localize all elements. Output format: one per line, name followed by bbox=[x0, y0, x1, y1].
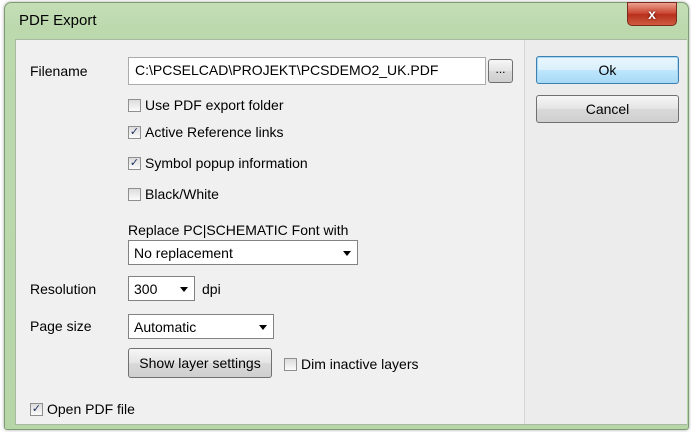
page-size-label: Page size bbox=[30, 318, 92, 334]
resolution-select[interactable]: 300 bbox=[128, 276, 195, 301]
pdf-export-dialog: PDF Export x Filename C:\PCSELCAD\PROJEK… bbox=[4, 2, 689, 430]
action-panel: Ok Cancel bbox=[524, 40, 687, 424]
option-use-pdf-export-folder[interactable]: Use PDF export folder bbox=[128, 95, 284, 115]
chevron-down-icon bbox=[343, 250, 351, 256]
open-pdf-file-option[interactable]: ✓ Open PDF file bbox=[30, 399, 135, 419]
checkbox[interactable]: ✓ bbox=[128, 156, 141, 170]
page-size-select[interactable]: Automatic bbox=[128, 314, 274, 339]
option-label: Black/White bbox=[145, 186, 219, 202]
ok-button[interactable]: Ok bbox=[536, 56, 679, 84]
filename-input[interactable]: C:\PCSELCAD\PROJEKT\PCSDEMO2_UK.PDF bbox=[128, 57, 486, 85]
close-button[interactable]: x bbox=[627, 2, 677, 26]
cancel-button[interactable]: Cancel bbox=[536, 95, 679, 123]
option-label: Active Reference links bbox=[145, 124, 284, 140]
resolution-value: 300 bbox=[134, 280, 158, 297]
show-layer-settings-button[interactable]: Show layer settings bbox=[128, 348, 272, 378]
checkbox[interactable]: ✓ bbox=[128, 125, 141, 139]
resolution-unit: dpi bbox=[202, 281, 221, 297]
page-size-value: Automatic bbox=[134, 318, 197, 335]
checkbox[interactable] bbox=[128, 187, 141, 201]
chevron-down-icon bbox=[180, 286, 188, 292]
checkbox[interactable] bbox=[128, 98, 141, 112]
option-label: Symbol popup information bbox=[145, 155, 308, 171]
font-replace-value: No replacement bbox=[134, 244, 233, 261]
dim-inactive-layers-option[interactable]: Dim inactive layers bbox=[284, 354, 418, 374]
browse-button[interactable]: ... bbox=[488, 59, 513, 83]
chevron-down-icon bbox=[259, 324, 267, 330]
font-replace-label: Replace PC|SCHEMATIC Font with bbox=[128, 222, 349, 238]
dialog-title: PDF Export bbox=[19, 12, 97, 29]
close-icon: x bbox=[648, 6, 656, 22]
resolution-label: Resolution bbox=[30, 281, 97, 297]
option-label: Open PDF file bbox=[47, 401, 135, 417]
checkbox[interactable]: ✓ bbox=[30, 402, 43, 416]
option-label: Dim inactive layers bbox=[301, 356, 419, 372]
option-active-reference-links[interactable]: ✓ Active Reference links bbox=[128, 122, 284, 142]
filename-label: Filename bbox=[30, 63, 88, 79]
font-replace-select[interactable]: No replacement bbox=[128, 240, 358, 265]
dialog-body: Filename C:\PCSELCAD\PROJEKT\PCSDEMO2_UK… bbox=[15, 39, 687, 425]
option-label: Use PDF export folder bbox=[145, 97, 284, 113]
checkbox[interactable] bbox=[284, 357, 297, 371]
option-symbol-popup-information[interactable]: ✓ Symbol popup information bbox=[128, 153, 308, 173]
option-black-white[interactable]: Black/White bbox=[128, 184, 219, 204]
